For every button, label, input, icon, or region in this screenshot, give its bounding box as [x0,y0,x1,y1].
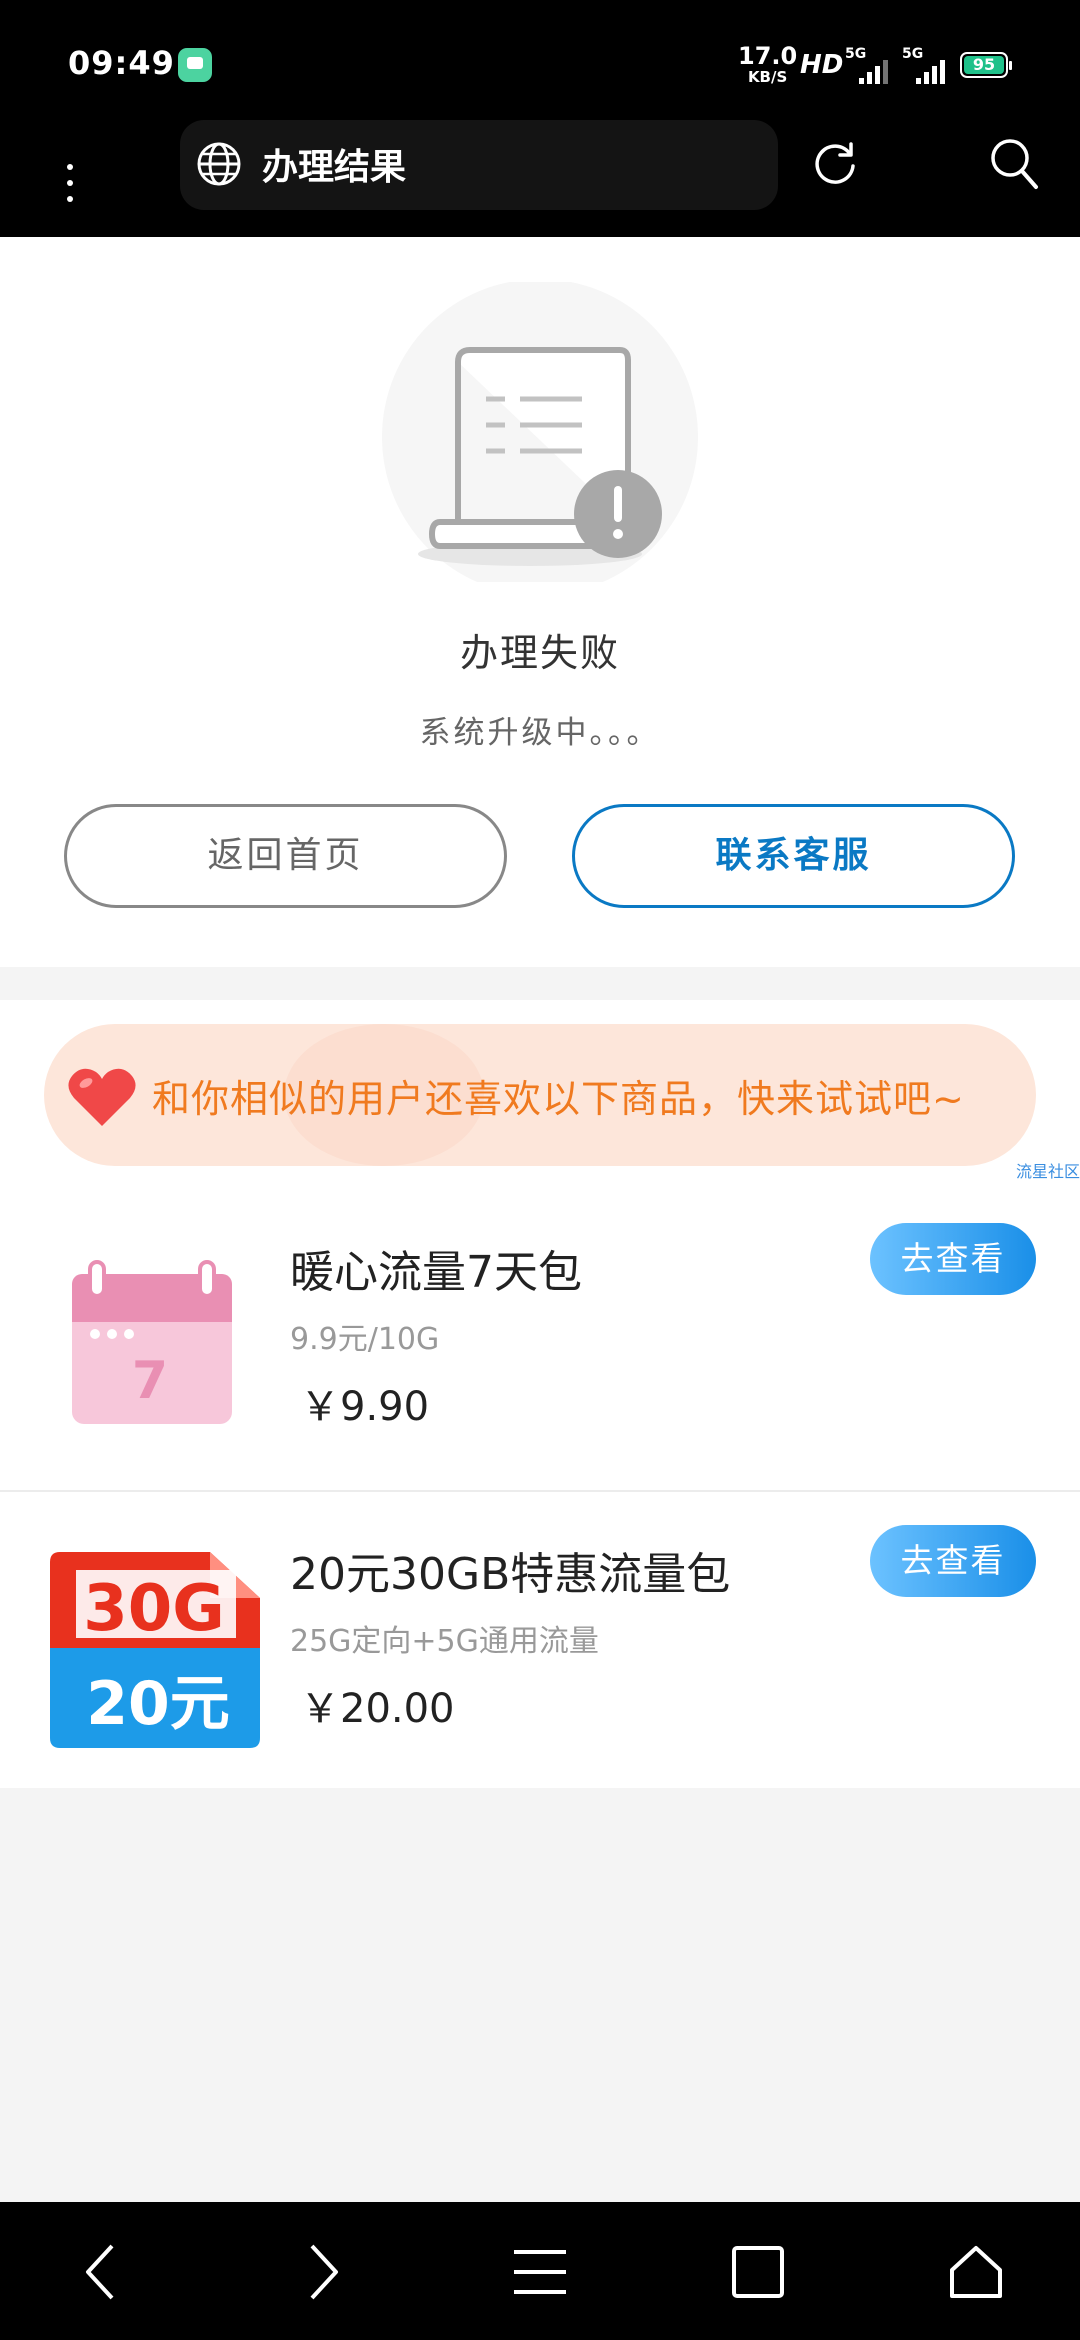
globe-icon [197,142,241,186]
network-speed-unit: KB/S [747,68,788,86]
status-bar: 09:49 17.0 KB/S HD 5G 5G 95 [0,0,1080,120]
forward-icon[interactable] [290,2240,354,2304]
back-icon[interactable] [70,2240,134,2304]
view-product-button[interactable]: 去查看 [870,1223,1036,1295]
search-icon[interactable] [988,136,1040,192]
network-speed-value: 17.0 [738,42,798,70]
address-bar[interactable]: 办理结果 [180,120,778,210]
document-error-illustration [382,282,698,582]
product-name: 暖心流量7天包 [290,1247,582,1298]
result-title: 办理失败 [459,631,620,675]
system-navigation-bar [0,2202,1080,2340]
recommendation-banner: 和你相似的用户还喜欢以下商品，快来试试吧~ [44,1024,1036,1166]
tabs-icon[interactable] [726,2240,790,2304]
hd-voice-icon: HD [800,50,844,80]
battery-level: 95 [964,56,1004,74]
data-package-product-image: 30G 20元 [50,1552,260,1748]
view-product-button[interactable]: 去查看 [870,1525,1036,1597]
battery-icon: 95 [960,52,1012,78]
page-title: 办理结果 [262,147,407,188]
back-home-button[interactable]: 返回首页 [64,804,507,908]
result-message: 系统升级中。。。 [419,715,661,751]
product-description: 25G定向+5G通用流量 [290,1624,599,1659]
product-description: 9.9元/10G [290,1322,440,1357]
watermark-tag: 流星社区 [1015,1162,1080,1181]
reload-icon[interactable] [810,138,860,188]
contact-service-button[interactable]: 联系客服 [572,804,1015,908]
product-item[interactable]: 30G 20元 20元30GB特惠流量包 25G定向+5G通用流量 ￥20.00… [0,1490,1080,1790]
status-time: 09:49 [68,44,175,82]
product-item[interactable]: 7 暖心流量7天包 9.9元/10G ￥9.90 去查看 [0,1190,1080,1490]
calendar-product-image: 7 [72,1260,232,1424]
heart-icon [68,1068,136,1126]
package-price-label: 20元 [86,1669,230,1739]
network-speed: 17.0 KB/S [738,44,797,85]
home-icon[interactable] [944,2240,1008,2304]
product-price: ￥20.00 [300,1686,455,1732]
menu-icon[interactable] [508,2240,572,2304]
banner-text: 和你相似的用户还喜欢以下商品，快来试试吧~ [152,1077,965,1121]
recommendation-section: 和你相似的用户还喜欢以下商品，快来试试吧~ 流星社区 7 暖心流量7天包 9.9… [0,1000,1080,1788]
browser-toolbar: 办理结果 [0,120,1080,237]
message-app-icon [178,48,212,82]
result-card: 办理失败 系统升级中。。。 返回首页 联系客服 [0,237,1080,967]
more-menu-icon[interactable] [50,142,90,212]
product-price: ￥9.90 [300,1384,430,1430]
product-name: 20元30GB特惠流量包 [290,1549,731,1600]
calendar-day: 7 [132,1351,168,1411]
package-size: 30G [83,1572,225,1646]
